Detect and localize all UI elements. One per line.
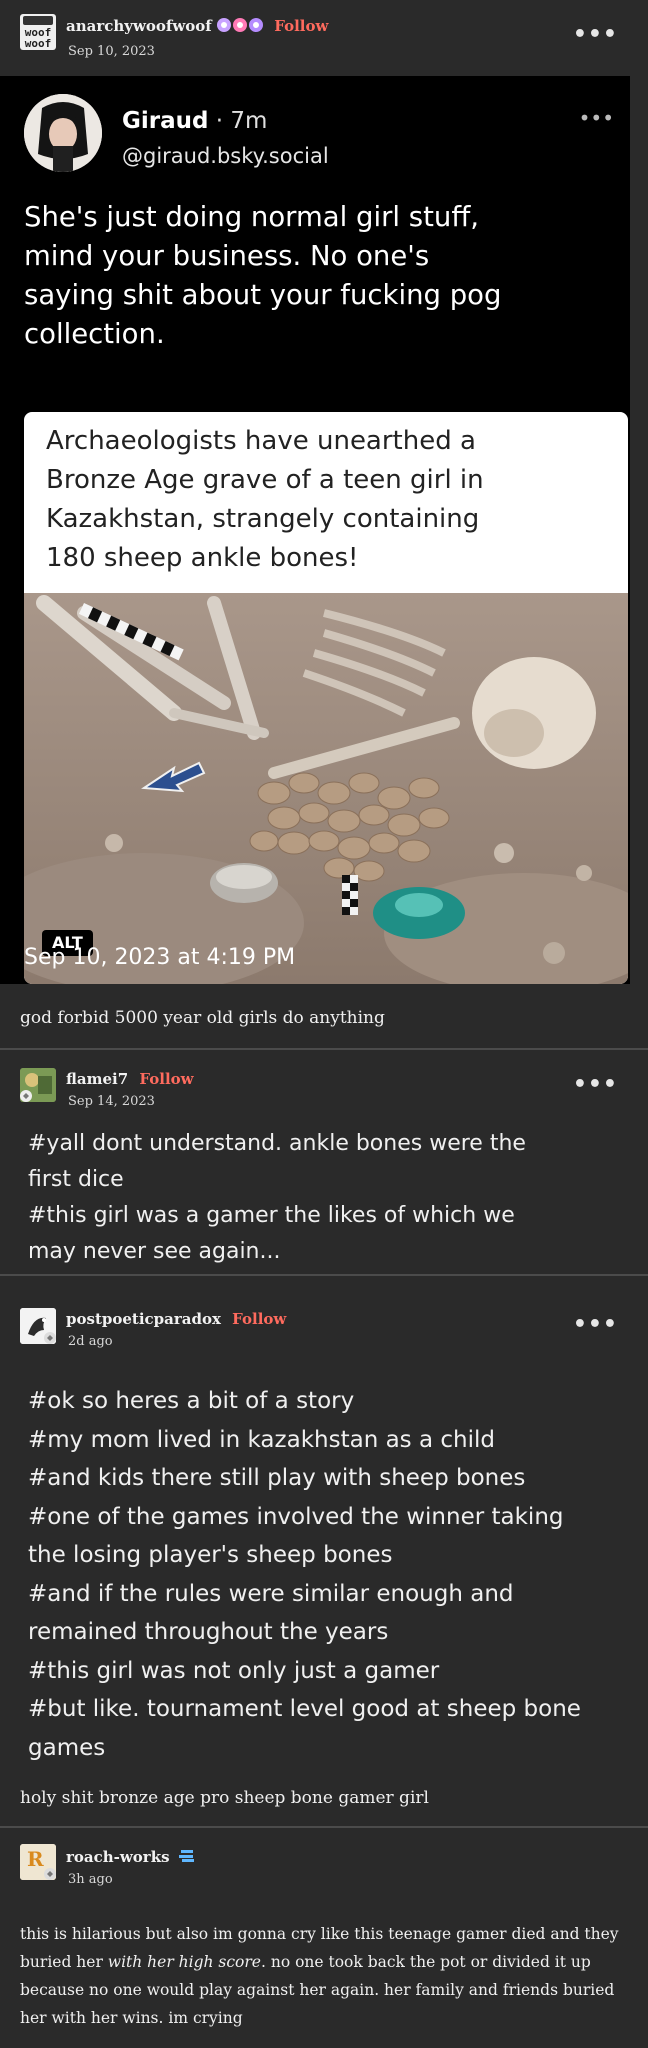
- postpoeticparadox-tags: #ok so heres a bit of a story #my mom li…: [28, 1382, 638, 1767]
- roach-works-date[interactable]: 3h ago: [68, 1872, 113, 1887]
- postpoeticparadox-name-row: postpoeticparadox Follow: [66, 1310, 286, 1328]
- tweet-author-name: Giraud: [122, 108, 209, 134]
- badge-icons: [217, 17, 263, 37]
- tag-line[interactable]: #yall dont understand. ankle bones were …: [28, 1126, 628, 1162]
- roach-works-username[interactable]: roach-works: [66, 1848, 170, 1866]
- tweet-name-row: Giraud · 7m: [122, 108, 267, 134]
- op-header: woof woof anarchywoofwoof Follow Sep 10,…: [0, 0, 648, 68]
- tweet-avatar: [24, 94, 102, 172]
- tweet-handle: @giraud.bsky.social: [122, 144, 329, 168]
- flamei7-name-row: flamei7 Follow: [66, 1070, 194, 1088]
- tweet-text-line: collection.: [24, 318, 165, 350]
- tweet-text-line: mind your business. No one's: [24, 240, 430, 272]
- grave-photo-illustration: [24, 593, 628, 984]
- roach-works-avatar-letter: R: [27, 1847, 44, 1871]
- postpoeticparadox-date[interactable]: 2d ago: [68, 1334, 113, 1349]
- tag-line[interactable]: #but like. tournament level good at shee…: [28, 1690, 638, 1729]
- tag-line[interactable]: first dice: [28, 1162, 628, 1198]
- tweet-more-icon: •••: [578, 106, 614, 130]
- flamei7-more-icon[interactable]: •••: [573, 1072, 618, 1097]
- roach-works-name-row: roach-works: [66, 1848, 195, 1867]
- flamei7-tags: #yall dont understand. ankle bones were …: [28, 1126, 628, 1270]
- tweet-text-line: She's just doing normal girl stuff,: [24, 201, 480, 233]
- tweet-text: She's just doing normal girl stuff, mind…: [24, 198, 624, 354]
- postpoeticparadox-follow-button[interactable]: Follow: [232, 1310, 286, 1328]
- tag-line[interactable]: #and if the rules were similar enough an…: [28, 1575, 638, 1614]
- grave-photo: ALT: [24, 593, 628, 984]
- tag-line[interactable]: #this girl was a gamer the likes of whic…: [28, 1198, 628, 1234]
- tweet-time: · 7m: [215, 108, 268, 134]
- flamei7-follow-button[interactable]: Follow: [139, 1070, 193, 1088]
- tag-line[interactable]: #one of the games involved the winner ta…: [28, 1498, 638, 1537]
- op-caption: god forbid 5000 year old girls do anythi…: [20, 1008, 385, 1028]
- op-follow-button[interactable]: Follow: [274, 17, 328, 35]
- tag-line[interactable]: games: [28, 1729, 638, 1768]
- card-headline-line: Kazakhstan, strangely containing: [46, 504, 480, 534]
- tag-line[interactable]: #this girl was not only just a gamer: [28, 1652, 638, 1691]
- link-card: Archaeologists have unearthed a Bronze A…: [24, 412, 628, 984]
- roach-works-body: this is hilarious but also im gonna cry …: [20, 1920, 632, 2032]
- op-username-row: anarchywoofwoof Follow: [66, 17, 328, 37]
- card-headline: Archaeologists have unearthed a Bronze A…: [46, 422, 616, 578]
- tweet-screenshot: Giraud · 7m @giraud.bsky.social ••• She'…: [0, 76, 630, 984]
- tag-line[interactable]: #and kids there still play with sheep bo…: [28, 1459, 638, 1498]
- tag-line[interactable]: remained throughout the years: [28, 1613, 638, 1652]
- body-italic-text: with her high score: [107, 1953, 261, 1971]
- avatar-text-2: woof: [24, 37, 52, 50]
- postpoeticparadox-avatar[interactable]: [20, 1308, 56, 1344]
- post-divider: [0, 1048, 648, 1050]
- rank-icon: [178, 1849, 195, 1867]
- flamei7-date[interactable]: Sep 14, 2023: [68, 1094, 155, 1109]
- roach-works-avatar[interactable]: R: [20, 1844, 56, 1880]
- postpoeticparadox-username[interactable]: postpoeticparadox: [66, 1310, 221, 1328]
- op-username[interactable]: anarchywoofwoof: [66, 17, 212, 35]
- op-date[interactable]: Sep 10, 2023: [68, 44, 155, 59]
- card-headline-line: Bronze Age grave of a teen girl in: [46, 465, 484, 495]
- op-avatar[interactable]: woof woof: [20, 14, 56, 50]
- tag-line[interactable]: the losing player's sheep bones: [28, 1536, 638, 1575]
- post-divider: [0, 1274, 648, 1276]
- tweet-text-line: saying shit about your fucking pog: [24, 279, 502, 311]
- flamei7-avatar[interactable]: [20, 1068, 56, 1102]
- tag-line[interactable]: #my mom lived in kazakhstan as a child: [28, 1421, 638, 1460]
- tweet-timestamp: Sep 10, 2023 at 4:19 PM: [24, 945, 296, 970]
- flamei7-username[interactable]: flamei7: [66, 1070, 128, 1088]
- postpoeticparadox-more-icon[interactable]: •••: [573, 1312, 618, 1337]
- tag-line[interactable]: may never see again...: [28, 1234, 628, 1270]
- op-more-icon[interactable]: •••: [573, 22, 618, 47]
- post-divider: [0, 1826, 648, 1828]
- card-headline-line: 180 sheep ankle bones!: [46, 543, 359, 573]
- card-headline-line: Archaeologists have unearthed a: [46, 426, 476, 456]
- postpoeticparadox-caption: holy shit bronze age pro sheep bone game…: [20, 1788, 429, 1808]
- tag-line[interactable]: #ok so heres a bit of a story: [28, 1382, 638, 1421]
